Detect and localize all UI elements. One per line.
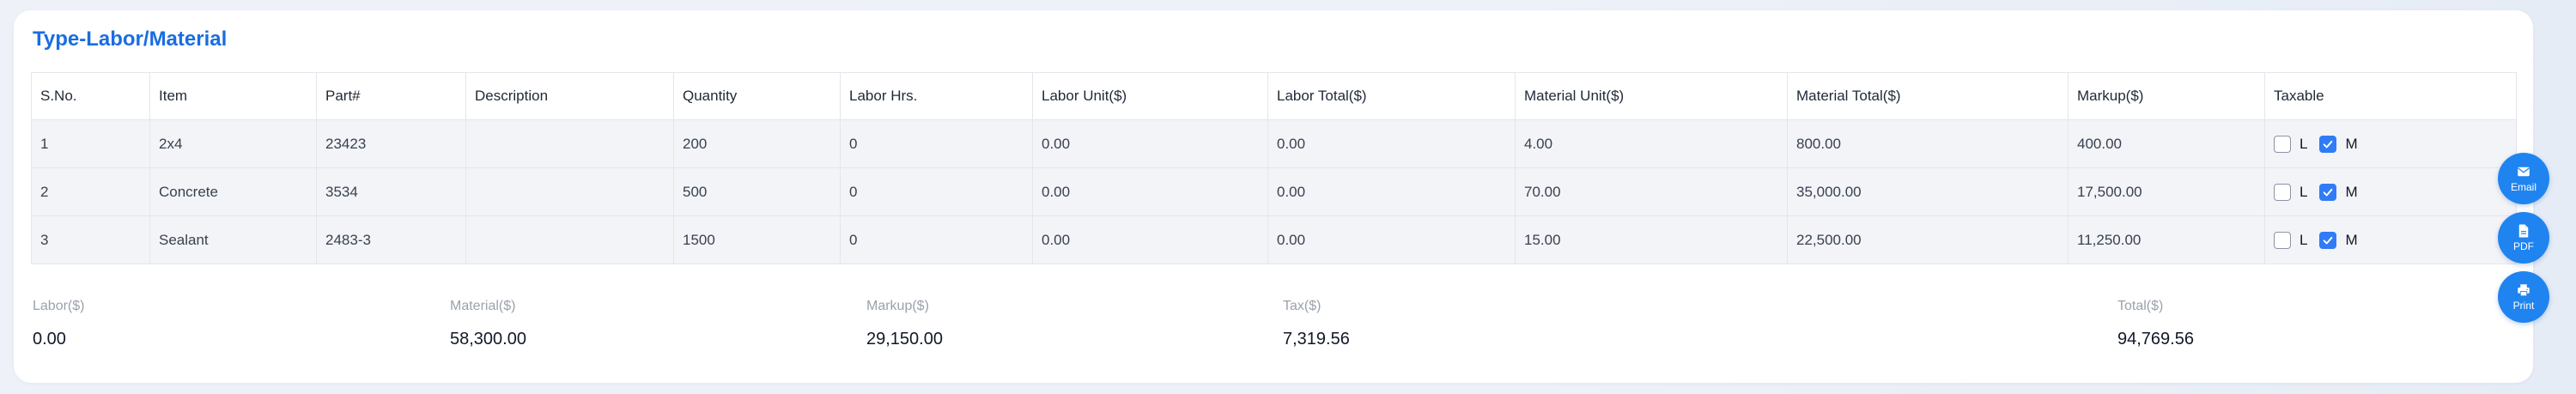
email-button-label: Email <box>2510 181 2537 193</box>
cell-material-unit: 15.00 <box>1515 215 1788 264</box>
cell-item: 2x4 <box>149 119 317 168</box>
header-labor-unit: Labor Unit($) <box>1032 72 1268 120</box>
cell-labor-unit: 0.00 <box>1032 119 1268 168</box>
table-header-row: S.No. Item Part# Description Quantity La… <box>31 72 2517 120</box>
summary-total-label: Total($) <box>2117 299 2164 313</box>
cell-taxable: L M <box>2264 167 2517 216</box>
cell-sno: 3 <box>31 215 150 264</box>
summary-labor: Labor($) 0.00 <box>33 299 84 349</box>
summary-material-value: 58,300.00 <box>450 330 526 349</box>
cell-taxable: L M <box>2264 119 2517 168</box>
summary-markup: Markup($) 29,150.00 <box>866 299 943 349</box>
table-row: 1 2x4 23423 200 0 0.00 0.00 4.00 800.00 … <box>31 119 2517 168</box>
taxable-material-checkbox[interactable] <box>2319 183 2337 201</box>
cell-item: Sealant <box>149 215 317 264</box>
header-quantity: Quantity <box>673 72 841 120</box>
header-material-unit: Material Unit($) <box>1515 72 1788 120</box>
pdf-button[interactable]: PDF <box>2498 212 2549 264</box>
cell-description <box>465 167 674 216</box>
pdf-button-label: PDF <box>2513 240 2534 252</box>
cell-part: 2483-3 <box>316 215 466 264</box>
print-button-label: Print <box>2512 300 2535 312</box>
cell-material-total: 22,500.00 <box>1787 215 2069 264</box>
taxable-material-label: M <box>2345 135 2358 152</box>
header-taxable: Taxable <box>2264 72 2517 120</box>
cell-quantity: 500 <box>673 167 841 216</box>
cell-sno: 1 <box>31 119 150 168</box>
header-item: Item <box>149 72 317 120</box>
summary-tax-label: Tax($) <box>1283 299 1321 313</box>
summary-markup-value: 29,150.00 <box>866 330 943 349</box>
summary-tax-value: 7,319.56 <box>1283 330 1350 349</box>
taxable-labor-label: L <box>2300 231 2308 248</box>
header-part: Part# <box>316 72 466 120</box>
cell-quantity: 1500 <box>673 215 841 264</box>
printer-icon <box>2518 284 2530 297</box>
checkmark-icon <box>2324 188 2333 196</box>
header-sno: S.No. <box>31 72 150 120</box>
cell-item: Concrete <box>149 167 317 216</box>
cell-material-unit: 4.00 <box>1515 119 1788 168</box>
table-row: 2 Concrete 3534 500 0 0.00 0.00 70.00 35… <box>31 167 2517 216</box>
cell-markup: 11,250.00 <box>2068 215 2265 264</box>
taxable-labor-label: L <box>2300 183 2308 200</box>
cell-description <box>465 119 674 168</box>
document-icon <box>2518 224 2529 238</box>
cell-labor-hrs: 0 <box>840 215 1033 264</box>
header-labor-hrs: Labor Hrs. <box>840 72 1033 120</box>
header-description: Description <box>465 72 674 120</box>
taxable-material-checkbox[interactable] <box>2319 231 2337 249</box>
taxable-labor-label: L <box>2300 135 2308 152</box>
cell-material-total: 800.00 <box>1787 119 2069 168</box>
taxable-labor-checkbox[interactable] <box>2274 135 2291 153</box>
summary-tax: Tax($) 7,319.56 <box>1283 299 1350 349</box>
summary-material-label: Material($) <box>450 299 516 313</box>
cell-labor-total: 0.00 <box>1267 215 1516 264</box>
summary-total: Total($) 94,769.56 <box>2117 299 2194 349</box>
cell-markup: 400.00 <box>2068 119 2265 168</box>
summary-labor-value: 0.00 <box>33 330 66 349</box>
taxable-material-checkbox[interactable] <box>2319 135 2337 153</box>
taxable-material-label: M <box>2345 231 2358 248</box>
cell-part: 23423 <box>316 119 466 168</box>
print-button[interactable]: Print <box>2498 271 2549 323</box>
header-material-total: Material Total($) <box>1787 72 2069 120</box>
summary-total-value: 94,769.56 <box>2117 330 2194 349</box>
checkmark-icon <box>2324 140 2333 148</box>
section-title: Type-Labor/Material <box>33 27 228 51</box>
cell-material-total: 35,000.00 <box>1787 167 2069 216</box>
taxable-labor-checkbox[interactable] <box>2274 231 2291 249</box>
summary-markup-label: Markup($) <box>866 299 929 313</box>
cell-sno: 2 <box>31 167 150 216</box>
cell-labor-hrs: 0 <box>840 167 1033 216</box>
cell-labor-total: 0.00 <box>1267 119 1516 168</box>
taxable-material-label: M <box>2345 183 2358 200</box>
cell-labor-hrs: 0 <box>840 119 1033 168</box>
cell-labor-unit: 0.00 <box>1032 167 1268 216</box>
cell-labor-total: 0.00 <box>1267 167 1516 216</box>
table-row: 3 Sealant 2483-3 1500 0 0.00 0.00 15.00 … <box>31 215 2517 264</box>
line-items-table: S.No. Item Part# Description Quantity La… <box>31 72 2517 264</box>
taxable-labor-checkbox[interactable] <box>2274 183 2291 201</box>
header-labor-total: Labor Total($) <box>1267 72 1516 120</box>
checkmark-icon <box>2324 236 2333 244</box>
labor-material-card: Type-Labor/Material S.No. Item Part# Des… <box>14 10 2533 383</box>
cell-labor-unit: 0.00 <box>1032 215 1268 264</box>
envelope-icon <box>2518 167 2530 177</box>
header-markup: Markup($) <box>2068 72 2265 120</box>
summary-labor-label: Labor($) <box>33 299 85 313</box>
cell-material-unit: 70.00 <box>1515 167 1788 216</box>
cell-description <box>465 215 674 264</box>
cell-taxable: L M <box>2264 215 2517 264</box>
cell-markup: 17,500.00 <box>2068 167 2265 216</box>
cell-part: 3534 <box>316 167 466 216</box>
cell-quantity: 200 <box>673 119 841 168</box>
summary-material: Material($) 58,300.00 <box>450 299 526 349</box>
email-button[interactable]: Email <box>2498 153 2549 204</box>
